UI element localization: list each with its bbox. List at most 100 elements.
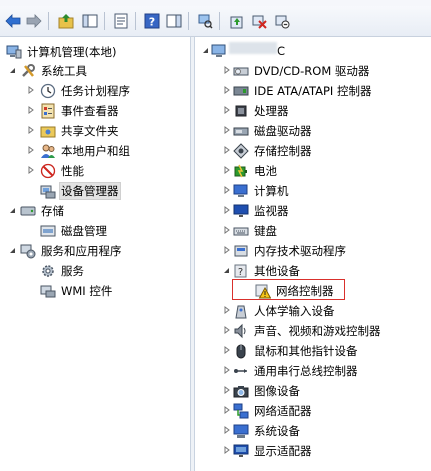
tree-item-hid[interactable]: 人体学输入设备 [233,301,336,320]
tree-item-network-adapters[interactable]: 网络适配器 [233,401,313,420]
properties-button[interactable] [111,11,131,31]
expand-arrow-icon[interactable] [223,105,231,115]
uninstall-device-button[interactable] [272,11,292,31]
processor-icon [235,105,247,116]
tree-item-sound[interactable]: 声音、视频和游戏控制器 [233,321,382,340]
tree-item-label: DVD/CD-ROM 驱动器 [254,63,370,78]
hid-icon [235,305,247,318]
expand-arrow-icon[interactable] [223,245,231,255]
collapse-arrow-icon[interactable] [8,65,16,75]
expand-arrow-icon[interactable] [223,185,231,195]
expand-arrow-icon[interactable] [223,345,231,355]
expand-arrow-icon[interactable] [27,165,35,175]
forward-button[interactable] [24,11,44,31]
tree-item-label: 显示适配器 [254,443,312,458]
tree-item-disk-management[interactable]: 磁盘管理 [40,221,108,240]
tree-item-storage-controllers[interactable]: 存储控制器 [233,141,313,160]
tree-item-label: 磁盘管理 [61,223,107,238]
tree-item-processor[interactable]: 处理器 [233,101,290,120]
tree-item-memory-tech[interactable]: 内存技术驱动程序 [233,241,347,260]
highlight-annotation-box [232,279,345,300]
tree-item-label: 本地用户和组 [61,143,130,158]
tree-item-local-users[interactable]: 本地用户和组 [40,141,131,160]
tree-item-computer-management[interactable]: 计算机管理(本地) [6,42,117,61]
expand-arrow-icon[interactable] [223,205,231,215]
collapse-arrow-icon[interactable] [201,45,209,55]
tree-item-system-tools[interactable]: 系统工具 [20,61,88,80]
tree-item-mice[interactable]: 鼠标和其他指针设备 [233,341,359,360]
show-hide-tree-button[interactable] [80,11,100,31]
battery-icon [234,164,247,177]
tree-item-label: 服务和应用程序 [41,243,122,258]
up-one-level-button[interactable] [56,11,76,31]
disable-device-button[interactable] [249,11,269,31]
tree-item-label: 共享文件夹 [61,123,119,138]
console-tree-pane: 计算机管理(本地) 系统工具 任务计划程序 事件查看器 共享文件夹 本地用户和组… [0,37,191,471]
show-action-pane-button[interactable] [164,11,184,31]
expand-arrow-icon[interactable] [223,225,231,235]
tree-item-monitors[interactable]: 监视器 [233,201,290,220]
tree-item-other-devices[interactable]: ? 其他设备 [233,261,301,280]
expand-arrow-icon[interactable] [223,145,231,155]
expand-arrow-icon[interactable] [27,105,35,115]
tree-item-device-manager[interactable]: 设备管理器 [40,181,121,200]
toolbar-separator [104,12,105,30]
tree-item-label: 网络适配器 [254,403,312,418]
tree-item-event-viewer[interactable]: 事件查看器 [40,101,120,120]
toolbar-separator [135,12,136,30]
tree-item-disk-drives[interactable]: 磁盘驱动器 [233,121,313,140]
tree-item-usb[interactable]: 通用串行总线控制器 [233,361,359,380]
expand-arrow-icon[interactable] [223,325,231,335]
tree-item-computer[interactable]: 计算机 [233,181,290,200]
tree-item-label: 图像设备 [254,383,300,398]
expand-arrow-icon[interactable] [27,85,35,95]
tree-item-task-scheduler[interactable]: 任务计划程序 [40,81,131,100]
collapse-arrow-icon[interactable] [8,245,16,255]
update-driver-icon [230,16,243,29]
toolbar-separator [48,12,49,30]
expand-arrow-icon[interactable] [223,305,231,315]
tree-item-system-devices[interactable]: 系统设备 [233,421,301,440]
expand-arrow-icon[interactable] [27,145,35,155]
tree-item-label: 任务计划程序 [61,83,130,98]
expand-arrow-icon[interactable] [223,65,231,75]
expand-arrow-icon[interactable] [223,425,231,435]
scan-hardware-button[interactable] [195,11,215,31]
tree-item-imaging[interactable]: 图像设备 [233,381,301,400]
tree-item-services[interactable]: 服务 [40,261,85,280]
expand-arrow-icon[interactable] [223,85,231,95]
tree-item-label: 服务 [61,263,84,278]
tree-item-dvd[interactable]: DVD/CD-ROM 驱动器 [233,61,370,80]
expand-arrow-icon[interactable] [223,125,231,135]
tree-item-shared-folders[interactable]: 共享文件夹 [40,121,120,140]
expand-arrow-icon[interactable] [223,165,231,175]
display-adapter-icon [233,444,249,457]
collapse-arrow-icon[interactable] [222,265,230,275]
tree-item-battery[interactable]: 电池 [233,161,278,180]
disk-management-icon [40,225,56,236]
collapse-arrow-icon[interactable] [8,205,16,215]
tree-item-performance[interactable]: 性能 [40,161,85,180]
tree-item-label: 内存技术驱动程序 [254,243,346,258]
expand-arrow-icon[interactable] [223,385,231,395]
disk-drive-icon [233,127,249,135]
tree-item-services-apps[interactable]: 服务和应用程序 [20,241,123,260]
help-button[interactable]: ? [142,11,162,31]
update-driver-button[interactable] [226,11,246,31]
computer-icon [233,184,248,197]
keyboard-icon [233,227,249,235]
tree-item-label: 事件查看器 [61,103,119,118]
tree-item-wmi[interactable]: WMI 控件 [40,281,113,300]
expand-arrow-icon[interactable] [223,445,231,455]
tree-item-label: 鼠标和其他指针设备 [254,343,358,358]
tree-item-label: 系统工具 [41,63,87,78]
expand-arrow-icon[interactable] [223,405,231,415]
tree-item-display-adapters[interactable]: 显示适配器 [233,441,313,460]
expand-arrow-icon[interactable] [27,125,35,135]
tree-item-storage[interactable]: 存储 [20,201,65,220]
tree-item-keyboard[interactable]: 键盘 [233,221,278,240]
system-tools-icon [22,63,35,77]
tree-item-ide[interactable]: IDE ATA/ATAPI 控制器 [233,81,372,100]
back-button[interactable] [3,11,23,31]
expand-arrow-icon[interactable] [223,365,231,375]
